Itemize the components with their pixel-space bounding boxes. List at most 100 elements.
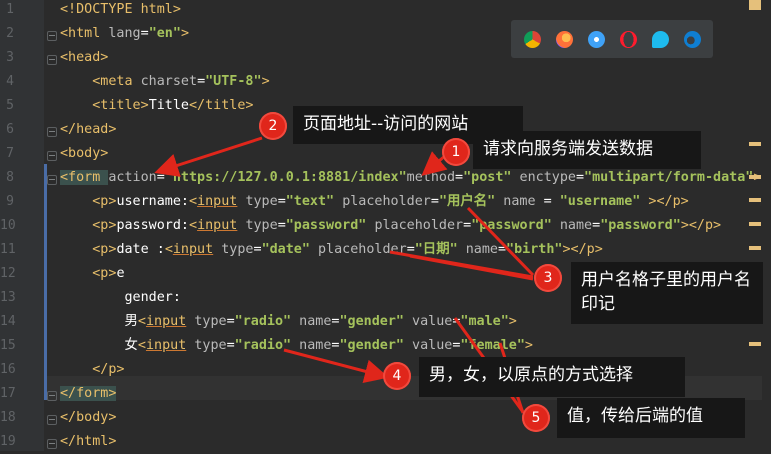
code-token: value [412, 314, 453, 329]
opera-icon[interactable] [620, 31, 637, 48]
line-number-gutter: 1 2 3 4 5 6 7 8 9 10 11 12 13 14 15 16 17 18 19 [0, 0, 44, 451]
editor-scrollbar[interactable] [749, 0, 771, 451]
code-token: > [524, 338, 533, 353]
line-number: 12 [0, 266, 16, 281]
line-number: 3 [6, 50, 14, 65]
line-number: 4 [6, 74, 14, 89]
code-token: "username" [559, 194, 641, 209]
fold-toggle-icon[interactable] [47, 175, 57, 185]
line-number: 2 [6, 26, 14, 41]
code-token: input [197, 194, 238, 209]
code-line[interactable]: </body> [60, 406, 116, 430]
edge-icon[interactable] [684, 31, 701, 48]
code-token: type [245, 194, 278, 209]
code-token: value [412, 338, 453, 353]
code-token: "用户名" [438, 194, 496, 209]
code-line[interactable]: gender: [60, 286, 180, 310]
code-token: name [503, 194, 536, 209]
code-token: = [156, 170, 165, 185]
code-line[interactable]: <p>password:<input type="password" place… [60, 214, 721, 238]
code-token: type [221, 242, 254, 257]
code-line[interactable]: </form> [60, 382, 117, 406]
code-token: = [277, 194, 286, 209]
code-token: "https://127.0.0.1:8881/index" [164, 170, 407, 185]
code-token: <html [60, 26, 109, 41]
code-line[interactable]: <form action="https://127.0.0.1:8881/ind… [60, 166, 761, 190]
line-number: 1 [6, 2, 14, 17]
code-token: > [261, 74, 270, 89]
code-token: input [172, 242, 214, 257]
code-token: "date" [261, 242, 310, 257]
ie-icon[interactable] [652, 31, 669, 48]
safari-icon[interactable] [588, 31, 605, 48]
code-token: name [299, 338, 332, 353]
code-line[interactable]: <meta charset="UTF-8"> [60, 70, 270, 94]
annotation-badge-2: 2 [259, 112, 287, 140]
fold-toggle-icon[interactable] [47, 31, 57, 41]
fold-toggle-icon[interactable] [47, 151, 57, 161]
fold-toggle-icon[interactable] [47, 55, 57, 65]
code-token: < [164, 242, 173, 257]
line-number: 13 [0, 290, 16, 305]
fold-toggle-icon[interactable] [47, 439, 57, 449]
code-line[interactable]: 男<input type="radio" name="gender" value… [60, 310, 517, 334]
code-token: 女 [60, 338, 138, 353]
annotation-label-5: 值，传给后端的值 [557, 398, 745, 438]
code-token: </head> [60, 122, 117, 137]
code-token: action [108, 170, 157, 185]
code-token: </p> [656, 194, 689, 209]
code-token: = [197, 74, 206, 89]
code-token: > [508, 314, 517, 329]
code-token: <!DOCTYPE html> [60, 2, 181, 17]
line-number: 16 [0, 362, 16, 377]
code-token: "post" [463, 170, 512, 185]
line-number: 9 [6, 194, 14, 209]
code-line[interactable]: </head> [60, 118, 116, 142]
line-number: 7 [6, 146, 14, 161]
code-line[interactable]: 女<input type="radio" name="gender" value… [60, 334, 533, 358]
fold-toggle-icon[interactable] [47, 415, 57, 425]
annotation-label-3: 用户名格子里的用户名印记 [571, 262, 763, 324]
code-token: enctype [519, 170, 576, 185]
code-token: "female" [460, 338, 525, 353]
code-line[interactable]: <p>username:<input type="text" placehold… [60, 190, 689, 214]
code-token: "text" [285, 194, 335, 209]
code-token: "radio" [234, 314, 292, 329]
code-token: <p> [92, 242, 117, 257]
code-token: <p> [92, 218, 117, 233]
code-line[interactable]: <p>date :<input type="date" placeholder=… [60, 238, 603, 262]
chrome-icon[interactable] [524, 31, 541, 48]
code-token: <head> [60, 50, 109, 65]
code-token: <meta [92, 74, 141, 89]
code-token: <form [60, 170, 109, 185]
fold-toggle-icon[interactable] [47, 127, 57, 137]
scroll-marker [749, 142, 761, 146]
annotation-badge-4: 4 [383, 362, 411, 390]
code-line[interactable]: <!DOCTYPE html> [60, 0, 181, 22]
code-line[interactable]: <body> [60, 142, 108, 166]
code-line[interactable]: <p>e [60, 262, 124, 286]
code-line[interactable]: <head> [60, 46, 108, 70]
line-number: 19 [0, 434, 16, 449]
annotation-label-1: 请求向服务端发送数据 [473, 131, 701, 169]
code-line[interactable]: </p> [60, 358, 124, 382]
fold-toggle-icon[interactable] [47, 391, 57, 401]
code-token: "gender" [339, 314, 404, 329]
firefox-icon[interactable] [556, 31, 573, 48]
code-token: = [140, 26, 149, 41]
code-line[interactable]: <title>Title</title> [60, 94, 253, 118]
code-line[interactable]: <html lang="en"> [60, 22, 189, 46]
code-line[interactable]: </html> [60, 430, 116, 454]
code-token: "日期" [414, 242, 458, 257]
code-token: <p> [92, 194, 117, 209]
code-token: = [575, 170, 585, 185]
scroll-marker [749, 0, 761, 10]
code-token: = [455, 170, 464, 185]
